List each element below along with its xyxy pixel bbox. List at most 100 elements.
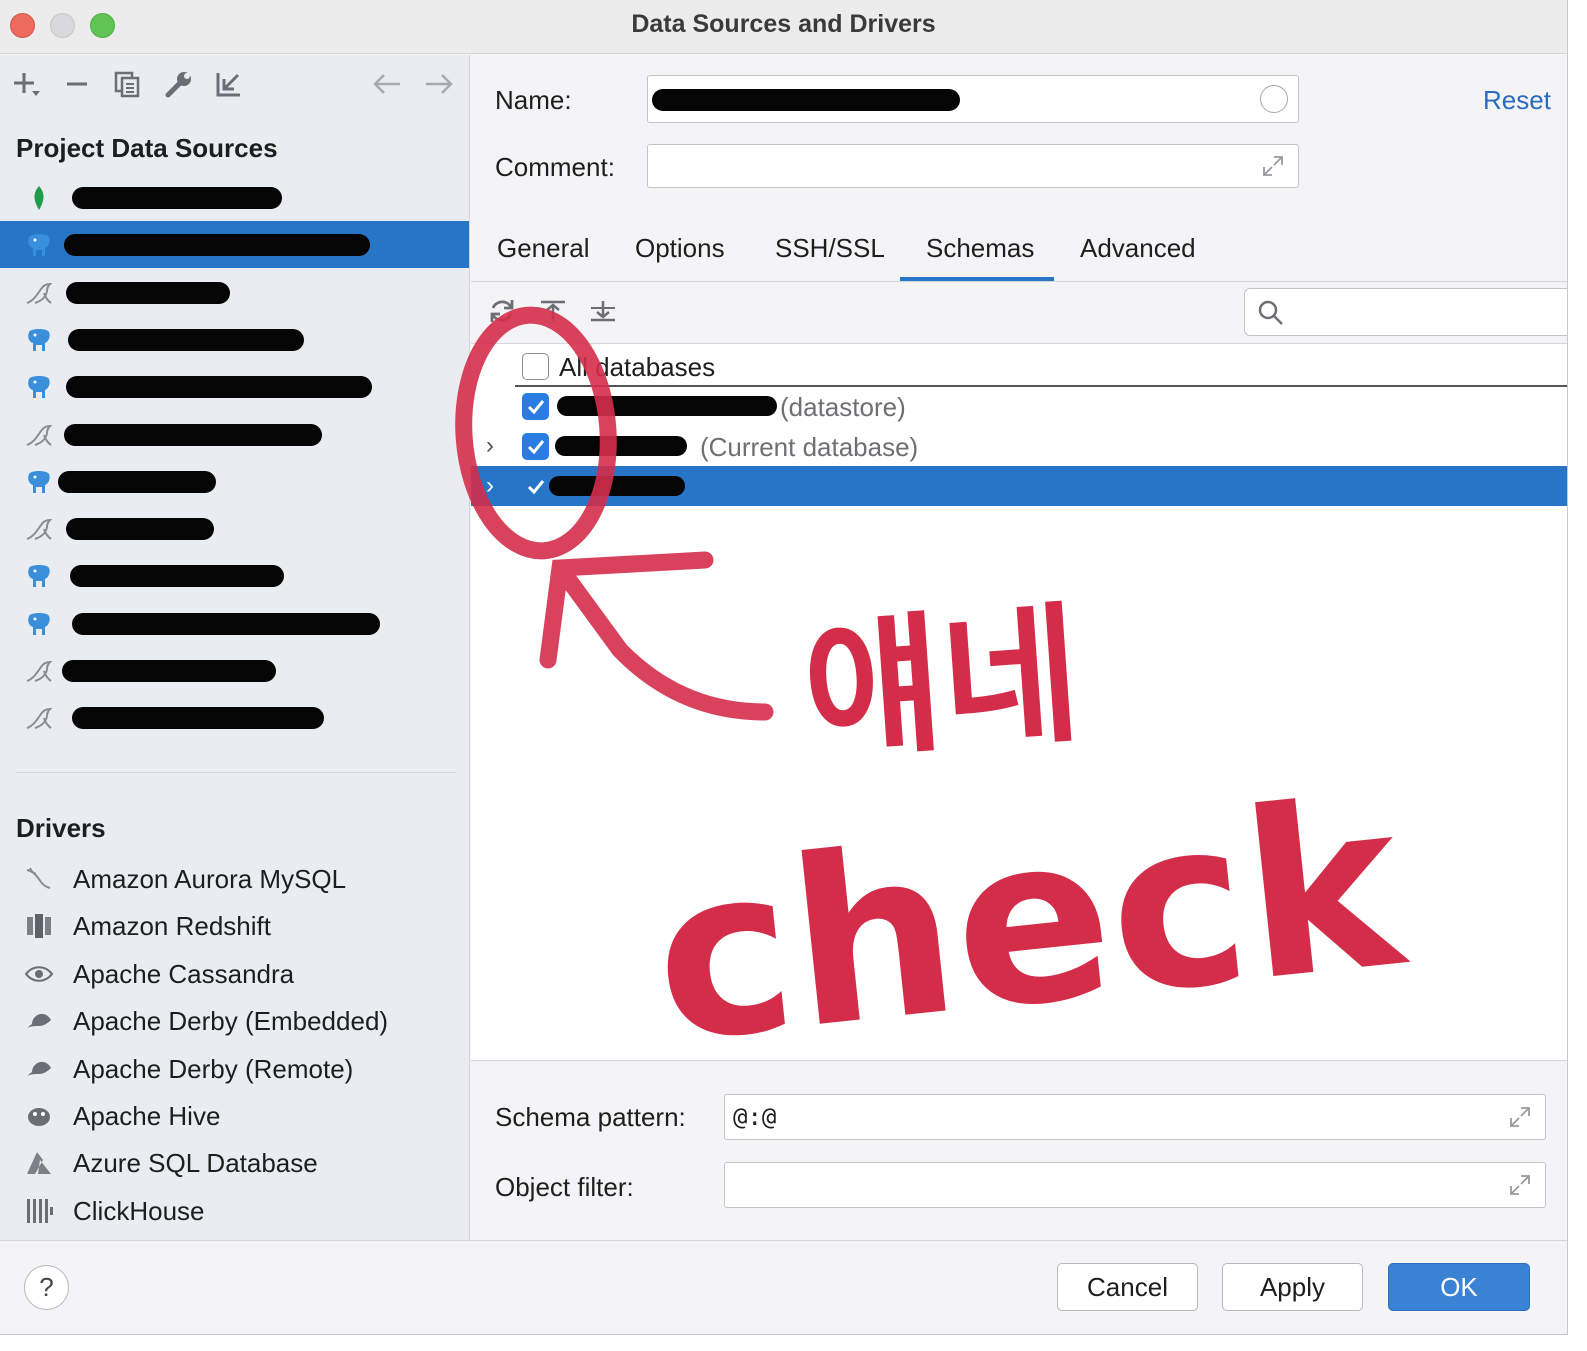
redacted-datasource-name bbox=[66, 281, 230, 304]
driver-item[interactable]: Amazon Aurora MySQL bbox=[0, 855, 469, 902]
all-databases-checkbox[interactable] bbox=[522, 353, 549, 380]
schema-filters-area: Schema pattern: @:@ Object filter: bbox=[471, 1060, 1567, 1240]
datasource-item[interactable] bbox=[0, 694, 469, 741]
wrench-icon[interactable] bbox=[162, 67, 196, 101]
help-button[interactable]: ? bbox=[24, 1265, 69, 1310]
redacted-datasource-name bbox=[66, 376, 372, 399]
datasource-item[interactable] bbox=[0, 600, 469, 647]
cancel-button[interactable]: Cancel bbox=[1057, 1263, 1198, 1311]
postgresql-elephant-icon bbox=[24, 610, 56, 638]
duplicate-icon[interactable] bbox=[110, 67, 144, 101]
driver-item[interactable]: Apache Derby (Remote) bbox=[0, 1045, 469, 1092]
dialog-footer: ? Cancel Apply OK bbox=[0, 1240, 1567, 1334]
driver-label: Amazon Aurora MySQL bbox=[73, 864, 347, 894]
current-database-checkbox[interactable] bbox=[522, 433, 549, 460]
clickhouse-bars-icon bbox=[24, 1196, 56, 1226]
driver-item[interactable]: ClickHouse bbox=[0, 1187, 469, 1234]
redacted-database-name bbox=[549, 476, 685, 496]
all-databases-label: All databases bbox=[559, 352, 716, 382]
reset-link[interactable]: Reset bbox=[1483, 85, 1551, 116]
name-field[interactable] bbox=[647, 75, 1299, 123]
datasource-item[interactable] bbox=[0, 505, 469, 552]
driver-label: Apache Cassandra bbox=[73, 958, 295, 989]
refresh-icon[interactable] bbox=[487, 296, 517, 326]
name-label: Name: bbox=[495, 85, 572, 115]
driver-item[interactable]: Apache Derby (Embedded) bbox=[0, 997, 469, 1044]
schema-search-input[interactable] bbox=[1244, 288, 1567, 336]
color-picker-circle-icon[interactable] bbox=[1260, 85, 1288, 113]
selected-database-checkbox[interactable] bbox=[522, 473, 549, 500]
schema-pattern-value: @:@ bbox=[733, 1103, 777, 1131]
datasource-item[interactable] bbox=[0, 363, 469, 410]
tab-ssh-ssl[interactable]: SSH/SSL bbox=[775, 233, 885, 264]
dolphin-icon bbox=[24, 864, 56, 894]
datasource-item[interactable] bbox=[0, 316, 469, 363]
left-panel: Project Data Sources Drivers Amazon Auro… bbox=[0, 55, 470, 1240]
redacted-datasource-name bbox=[70, 565, 284, 588]
comment-field[interactable] bbox=[647, 144, 1299, 188]
tree-row-current-database[interactable]: › (Current database) bbox=[471, 426, 1567, 466]
ok-button[interactable]: OK bbox=[1388, 1263, 1530, 1311]
datasource-item[interactable] bbox=[0, 174, 469, 221]
window-title: Data Sources and Drivers bbox=[631, 10, 936, 38]
drivers-title: Drivers bbox=[16, 813, 106, 843]
postgresql-elephant-icon bbox=[24, 562, 56, 590]
redacted-database-name bbox=[557, 396, 777, 416]
tree-row-selected-database[interactable]: › bbox=[471, 466, 1567, 506]
expand-chevron-icon[interactable]: › bbox=[486, 472, 494, 500]
datasource-item[interactable] bbox=[0, 552, 469, 599]
expand-chevron-icon[interactable]: › bbox=[486, 432, 494, 460]
driver-label: Apache Derby (Embedded) bbox=[73, 1006, 389, 1037]
schemas-tree-area: All databases (datastore) › (Current dat… bbox=[471, 282, 1567, 1060]
redacted-database-name bbox=[555, 436, 687, 456]
redacted-datasource-name bbox=[68, 328, 304, 351]
back-arrow-icon[interactable] bbox=[370, 67, 404, 101]
expand-icon[interactable] bbox=[1260, 153, 1286, 179]
add-icon[interactable] bbox=[10, 67, 44, 101]
expand-icon[interactable] bbox=[1507, 1104, 1533, 1130]
datastore-checkbox[interactable] bbox=[522, 393, 549, 420]
current-database-suffix: (Current database) bbox=[700, 432, 919, 462]
expand-icon[interactable] bbox=[1507, 1172, 1533, 1198]
redacted-datasource-name bbox=[64, 423, 322, 446]
datasource-item[interactable] bbox=[0, 269, 469, 316]
tree-row-all-databases[interactable]: All databases bbox=[471, 346, 1567, 387]
redshift-icon bbox=[24, 911, 56, 941]
azure-icon bbox=[24, 1148, 56, 1178]
driver-label: Apache Hive bbox=[73, 1101, 221, 1131]
dialog-window: Data Sources and Drivers Project Data So… bbox=[0, 0, 1568, 1335]
postgresql-elephant-icon bbox=[24, 468, 56, 496]
postgresql-elephant-icon bbox=[24, 231, 56, 259]
tab-advanced[interactable]: Advanced bbox=[1080, 233, 1196, 264]
schema-pattern-field[interactable]: @:@ bbox=[724, 1094, 1546, 1140]
remove-icon[interactable] bbox=[60, 67, 94, 101]
tab-schemas[interactable]: Schemas bbox=[926, 233, 1034, 264]
driver-label: ClickHouse bbox=[73, 1195, 205, 1226]
schemas-toolbar bbox=[471, 282, 1567, 344]
section-divider bbox=[16, 772, 456, 773]
driver-item[interactable]: Apache Cassandra bbox=[0, 950, 469, 997]
driver-item[interactable]: Amazon Redshift bbox=[0, 902, 469, 949]
hive-bee-icon bbox=[24, 1101, 56, 1131]
forward-arrow-icon[interactable] bbox=[422, 67, 456, 101]
driver-item[interactable]: Azure SQL Database bbox=[0, 1139, 469, 1186]
tree-row-datastore[interactable]: (datastore) bbox=[471, 386, 1567, 426]
datasource-item[interactable] bbox=[0, 221, 469, 269]
driver-label: Azure SQL Database bbox=[73, 1148, 318, 1179]
project-data-sources-title: Project Data Sources bbox=[16, 133, 278, 163]
driver-item[interactable]: Apache Hive bbox=[0, 1092, 469, 1139]
datasource-item[interactable] bbox=[0, 647, 469, 694]
collapse-all-icon[interactable] bbox=[538, 296, 568, 326]
apply-button[interactable]: Apply bbox=[1222, 1263, 1363, 1311]
redacted-datasource-name bbox=[58, 470, 216, 493]
redacted-datasource-name bbox=[72, 187, 282, 209]
tab-options[interactable]: Options bbox=[635, 233, 725, 264]
import-icon[interactable] bbox=[212, 67, 246, 101]
tab-general[interactable]: General bbox=[497, 233, 590, 264]
datasource-item[interactable] bbox=[0, 411, 469, 458]
object-filter-field[interactable] bbox=[724, 1162, 1546, 1208]
eye-icon bbox=[24, 959, 56, 989]
schema-pattern-label: Schema pattern: bbox=[495, 1102, 686, 1132]
datasource-item[interactable] bbox=[0, 458, 469, 505]
expand-all-icon[interactable] bbox=[588, 296, 618, 326]
